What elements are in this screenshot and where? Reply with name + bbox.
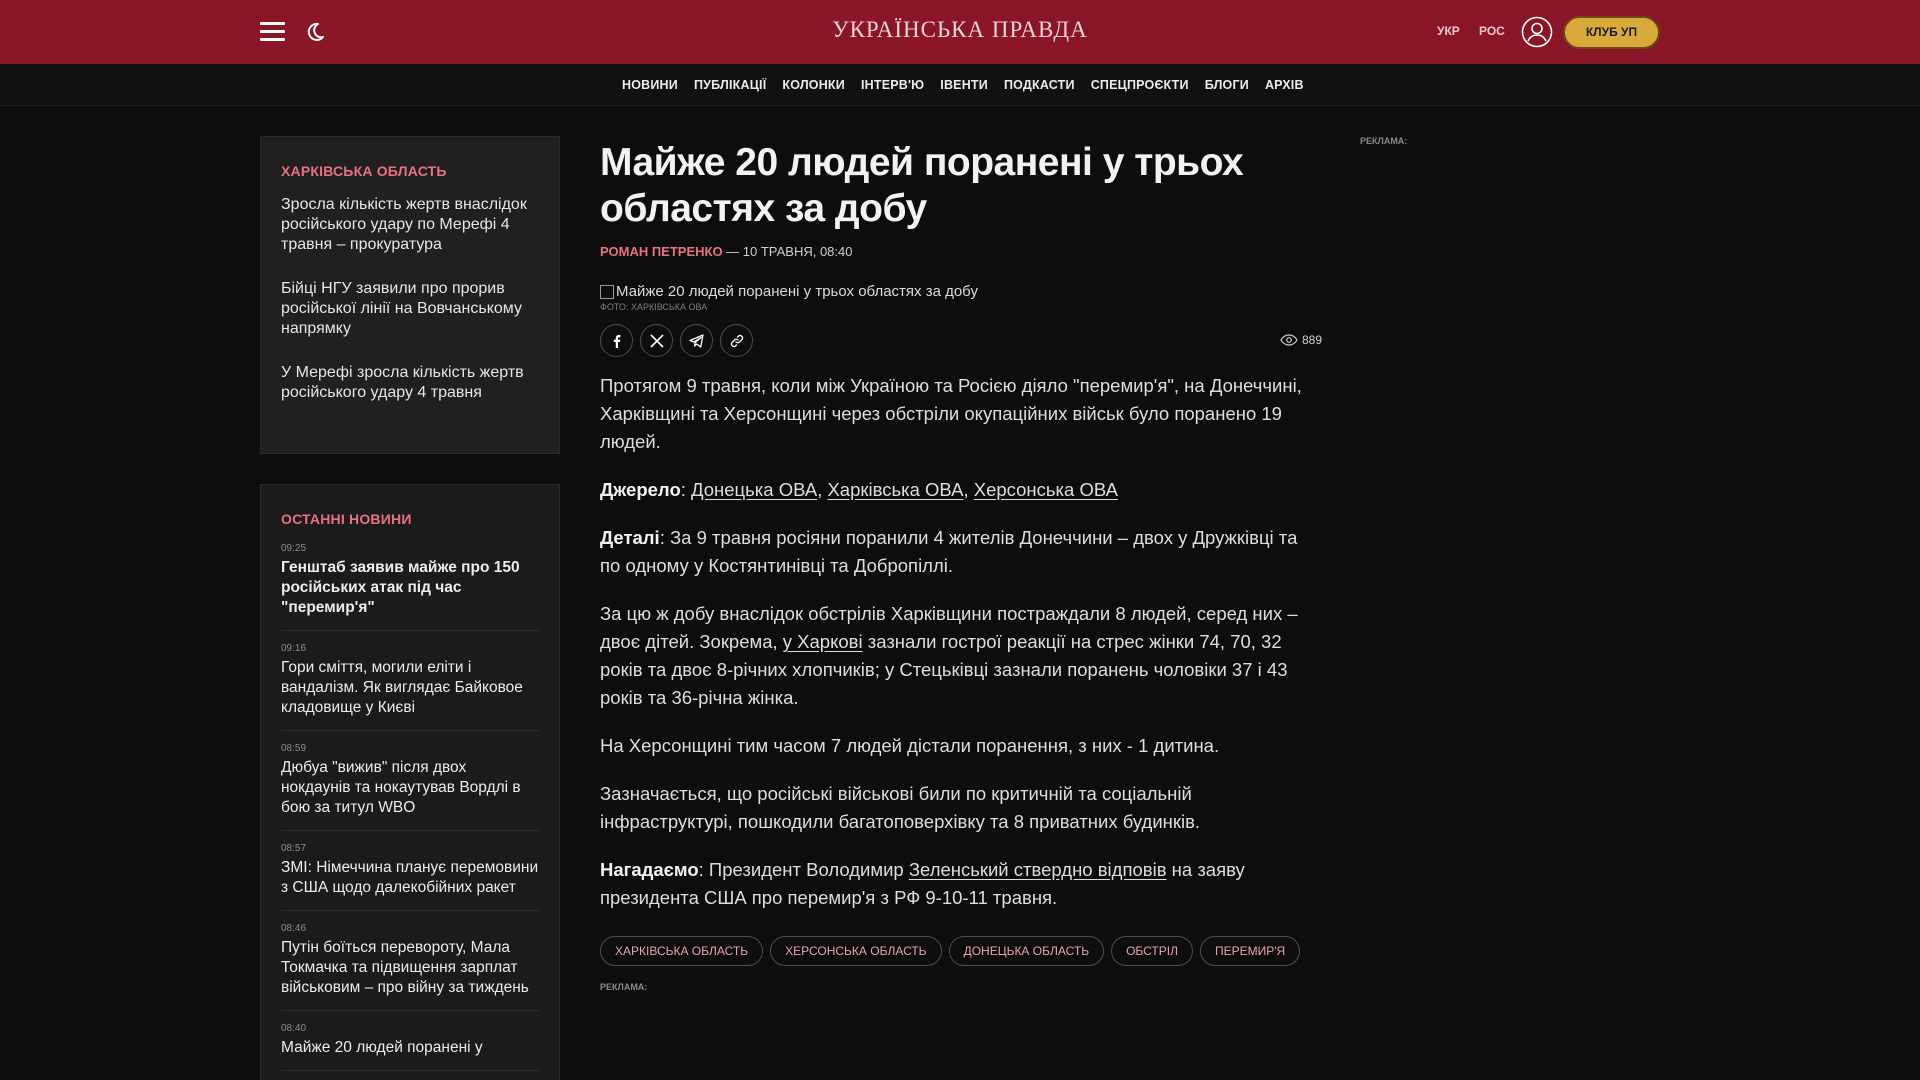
article-paragraph: За цю ж добу внаслідок обстрілів Харківщ… xyxy=(600,600,1322,712)
latest-news-title[interactable]: ОСТАННІ НОВИНИ xyxy=(281,511,539,527)
nav-item-spetsproekty[interactable]: СПЕЦПРОЄКТИ xyxy=(1091,78,1189,92)
news-list-item[interactable]: 08:40 Майже 20 людей поранені у xyxy=(281,1023,539,1071)
article-paragraph-details: Деталі: За 9 травня росіяни поранили 4 ж… xyxy=(600,524,1322,580)
region-box-title[interactable]: ХАРКІВСЬКА ОБЛАСТЬ xyxy=(281,163,539,179)
share-facebook-button[interactable] xyxy=(600,324,633,357)
details-text: : За 9 травня росіяни поранили 4 жителів… xyxy=(600,527,1298,576)
news-time: 08:40 xyxy=(281,1023,307,1034)
user-icon[interactable] xyxy=(1521,16,1553,48)
region-news-item[interactable]: Бійці НГУ заявили про прорив російської … xyxy=(281,279,539,339)
separator: , xyxy=(817,479,828,500)
author-link[interactable]: РОМАН ПЕТРЕНКО xyxy=(600,244,723,259)
tag-kharkivska[interactable]: ХАРКІВСЬКА ОБЛАСТЬ xyxy=(600,936,764,966)
tag-obstril[interactable]: ОБСТРІЛ xyxy=(1111,936,1193,966)
tag-donetska[interactable]: ДОНЕЦЬКА ОБЛАСТЬ xyxy=(948,936,1105,966)
photo-alt-text: Майже 20 людей поранені у трьох областях… xyxy=(616,283,978,300)
news-time: 08:57 xyxy=(281,843,307,854)
remind-text: : Президент Володимир xyxy=(698,859,909,880)
news-list-item[interactable]: 08:59 Дюбуа "вижив" після двох нокдаунів… xyxy=(281,743,539,831)
moon-icon[interactable] xyxy=(303,20,327,44)
news-list-item[interactable]: 09:25 Генштаб заявив майже про 150 росій… xyxy=(281,543,539,631)
article-title: Майже 20 людей поранені у трьох областях… xyxy=(600,141,1244,230)
nav-item-kolonky[interactable]: КОЛОНКИ xyxy=(782,78,845,92)
nav-item-iventy[interactable]: ІВЕНТИ xyxy=(940,78,988,92)
right-ad-label: РЕКЛАМА: xyxy=(1360,136,1408,146)
news-headline[interactable]: Майже 20 людей поранені у xyxy=(281,1038,539,1058)
nav-item-interviu[interactable]: ІНТЕРВ'Ю xyxy=(861,78,924,92)
news-time: 09:25 xyxy=(281,543,307,554)
tag-peremyria[interactable]: ПЕРЕМИР'Я xyxy=(1199,936,1301,966)
share-x-button[interactable] xyxy=(640,324,673,357)
article-date: — 10 ТРАВНЯ, 08:40 xyxy=(722,244,853,259)
nav-item-blohy[interactable]: БЛОГИ xyxy=(1205,78,1249,92)
article: Майже 20 людей поранені у трьох областях… xyxy=(600,140,1322,992)
remind-label: Нагадаємо xyxy=(600,859,699,880)
article-paragraph-remind: Нагадаємо: Президент Володимир Зеленськи… xyxy=(600,856,1322,912)
article-paragraph-source: Джерело: Донецька ОВА, Харківська ОВА, Х… xyxy=(600,476,1322,504)
region-news-box: ХАРКІВСЬКА ОБЛАСТЬ Зросла кількість жерт… xyxy=(260,136,560,454)
photo-credit: ФОТО: ХАРКІВСЬКА ОВА xyxy=(600,302,708,312)
news-time: 08:59 xyxy=(281,743,307,754)
news-time: 08:46 xyxy=(281,923,307,934)
share-telegram-button[interactable] xyxy=(680,324,713,357)
nav-list: НОВИНИ ПУБЛІКАЦІЇ КОЛОНКИ ІНТЕРВ'Ю ІВЕНТ… xyxy=(622,78,1304,92)
language-ros-link[interactable]: РОС xyxy=(1479,24,1505,38)
nav-item-podkasty[interactable]: ПОДКАСТИ xyxy=(1004,78,1075,92)
news-headline[interactable]: Гори сміття, могили еліти і вандалізм. Я… xyxy=(281,658,539,718)
main-nav: НОВИНИ ПУБЛІКАЦІЇ КОЛОНКИ ІНТЕРВ'Ю ІВЕНТ… xyxy=(0,64,1920,106)
article-paragraph: Протягом 9 травня, коли між Україною та … xyxy=(600,375,1302,452)
views-counter: 889 xyxy=(1280,333,1322,347)
news-list-item[interactable]: 09:16 Гори сміття, могили еліти і вандал… xyxy=(281,643,539,731)
news-headline[interactable]: Дюбуа "вижив" після двох нокдаунів та но… xyxy=(281,758,539,818)
source-link-kherson[interactable]: Херсонська ОВА xyxy=(974,479,1118,500)
region-news-item[interactable]: Зросла кількість жертв внаслідок російсь… xyxy=(281,195,539,255)
news-headline[interactable]: Генштаб заявив майже про 150 російських … xyxy=(281,558,539,618)
source-link-donetsk[interactable]: Донецька ОВА xyxy=(691,479,817,500)
views-count: 889 xyxy=(1301,333,1322,347)
source-link-kharkiv[interactable]: Харківська ОВА xyxy=(827,479,963,500)
copy-link-button[interactable] xyxy=(720,324,753,357)
telegram-icon xyxy=(689,333,704,348)
details-label: Деталі xyxy=(600,527,660,548)
news-list-item[interactable]: 08:57 ЗМІ: Німеччина планує перемовини з… xyxy=(281,843,539,911)
news-time: 09:16 xyxy=(281,643,307,654)
news-headline[interactable]: ЗМІ: Німеччина планує перемовини з США щ… xyxy=(281,858,539,898)
news-headline[interactable]: Путін боїться перевороту, Мала Токмачка … xyxy=(281,938,539,998)
nav-item-publikatsii[interactable]: ПУБЛІКАЦІЇ xyxy=(694,78,766,92)
article-paragraph: Зазначається, що російські військові бил… xyxy=(600,783,1201,832)
club-up-button[interactable]: КЛУБ УП xyxy=(1563,16,1660,49)
tag-khersonska[interactable]: ХЕРСОНСЬКА ОБЛАСТЬ xyxy=(770,936,942,966)
eye-icon xyxy=(1280,334,1298,346)
zelensky-link[interactable]: Зеленський ствердно відповів xyxy=(909,859,1167,880)
article-paragraph: На Херсонщині тим часом 7 людей дістали … xyxy=(600,735,1220,756)
tag-list: ХАРКІВСЬКА ОБЛАСТЬ ХЕРСОНСЬКА ОБЛАСТЬ ДО… xyxy=(600,936,1322,966)
hamburger-menu-icon[interactable] xyxy=(260,22,285,41)
link-icon xyxy=(730,334,743,347)
nav-item-novyny[interactable]: НОВИНИ xyxy=(622,78,678,92)
x-twitter-icon xyxy=(649,333,664,348)
facebook-icon xyxy=(613,334,620,348)
region-news-item[interactable]: У Мерефі зросла кількість жертв російськ… xyxy=(281,363,539,403)
ad-label: РЕКЛАМА: xyxy=(600,982,648,992)
separator: : xyxy=(680,479,692,500)
share-row: 889 xyxy=(600,324,1322,358)
nav-item-arkhiv[interactable]: АРХІВ xyxy=(1265,78,1304,92)
kharkiv-link[interactable]: у Харкові xyxy=(783,631,863,652)
news-list-item[interactable]: 08:46 Путін боїться перевороту, Мала Ток… xyxy=(281,923,539,1011)
top-header: УКРАЇНСЬКА ПРАВДА УКР РОС КЛУБ УП xyxy=(0,0,1920,64)
source-label: Джерело xyxy=(600,479,681,500)
latest-news-box: ОСТАННІ НОВИНИ 09:25 Генштаб заявив майж… xyxy=(260,484,560,1080)
language-ukr-link[interactable]: УКР xyxy=(1437,24,1460,38)
article-byline: РОМАН ПЕТРЕНКО — 10 ТРАВНЯ, 08:40 xyxy=(600,244,1322,259)
broken-image-icon xyxy=(600,284,614,299)
article-photo: Майже 20 людей поранені у трьох областях… xyxy=(600,283,1322,300)
site-logo[interactable]: УКРАЇНСЬКА ПРАВДА xyxy=(760,17,1160,43)
separator: , xyxy=(963,479,974,500)
